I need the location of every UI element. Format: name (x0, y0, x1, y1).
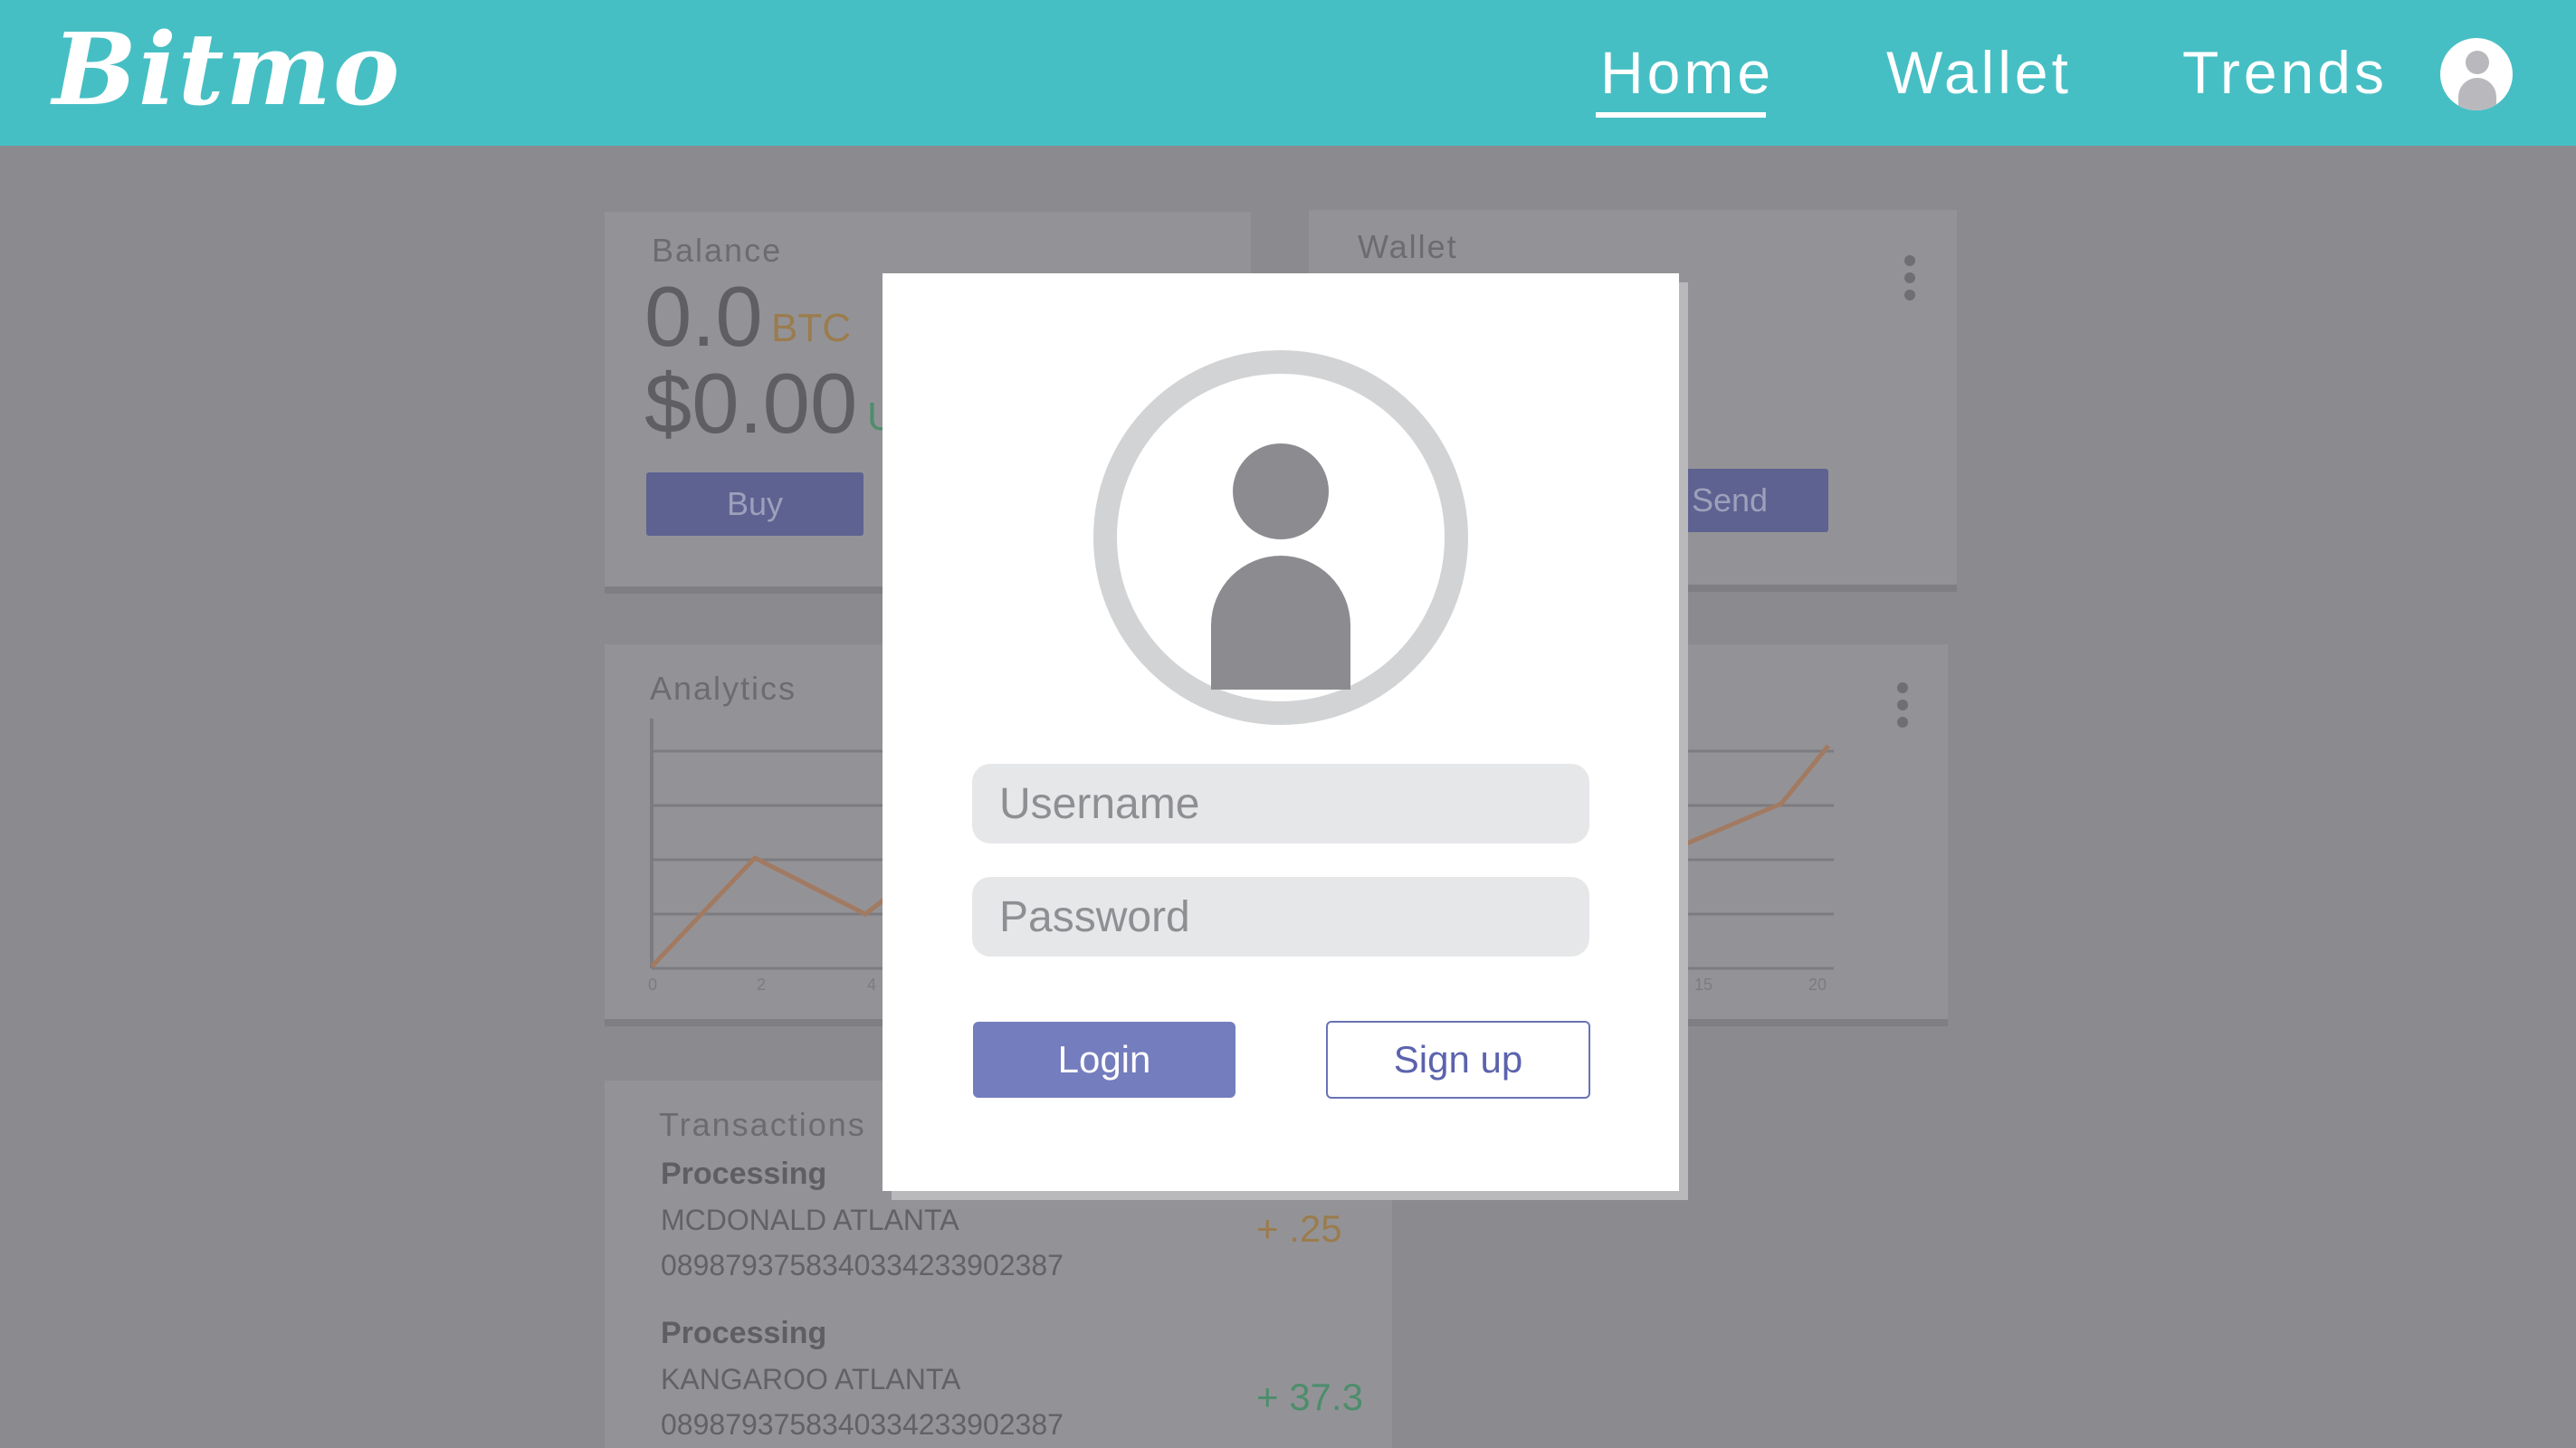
password-field[interactable] (972, 877, 1589, 957)
user-avatar-icon[interactable] (2440, 38, 2513, 110)
signup-button[interactable]: Sign up (1326, 1021, 1590, 1099)
btc-unit-label: BTC (771, 306, 851, 350)
transaction-amount: + .25 (1256, 1207, 1342, 1250)
analytics-tick-0: 0 (648, 976, 657, 994)
analytics-line-chart: 0 2 4 (648, 719, 923, 994)
analytics-tick-2: 2 (757, 976, 766, 994)
nav-home[interactable]: Home (1600, 38, 1774, 107)
username-field[interactable] (972, 764, 1589, 843)
transaction-id: 0898793758340334233902387 (661, 1249, 1064, 1281)
buy-button[interactable]: Buy (646, 472, 863, 536)
profile-body-shape (1211, 556, 1350, 690)
transaction-id: 0898793758340334233902387 (661, 1408, 1064, 1441)
nav-trends[interactable]: Trends (2182, 38, 2388, 107)
transaction-merchant: MCDONALD ATLANTA (661, 1204, 959, 1236)
analytics-card-title: Analytics (650, 670, 797, 707)
btc-balance: 0.0 (644, 269, 763, 364)
usd-balance: $0.00 (644, 356, 858, 451)
wallet-card-title: Wallet (1358, 228, 1458, 265)
top-navigation-bar: Bitmo Home Wallet Trends (0, 0, 2576, 146)
password-input[interactable] (972, 877, 1589, 957)
login-button[interactable]: Login (973, 1022, 1236, 1098)
wallet-more-options-icon[interactable] (1904, 255, 1917, 307)
trends-tick-15: 15 (1694, 976, 1713, 994)
profile-head-shape (1233, 443, 1329, 539)
trends-line-chart: 15 20 (1665, 744, 1834, 994)
analytics-tick-4: 4 (867, 976, 876, 994)
trends-tick-20: 20 (1808, 976, 1827, 994)
app-logo[interactable]: Bitmo (52, 11, 401, 128)
active-nav-indicator (1596, 112, 1766, 118)
transaction-merchant: KANGAROO ATLANTA (661, 1363, 961, 1396)
transaction-amount: + 37.3 (1256, 1376, 1363, 1418)
transaction-status: Processing (661, 1316, 827, 1350)
transactions-card-title: Transactions (659, 1106, 866, 1143)
transaction-status: Processing (661, 1157, 827, 1191)
balance-card-title: Balance (652, 232, 783, 269)
nav-wallet[interactable]: Wallet (1886, 38, 2072, 107)
username-input[interactable] (972, 764, 1589, 843)
